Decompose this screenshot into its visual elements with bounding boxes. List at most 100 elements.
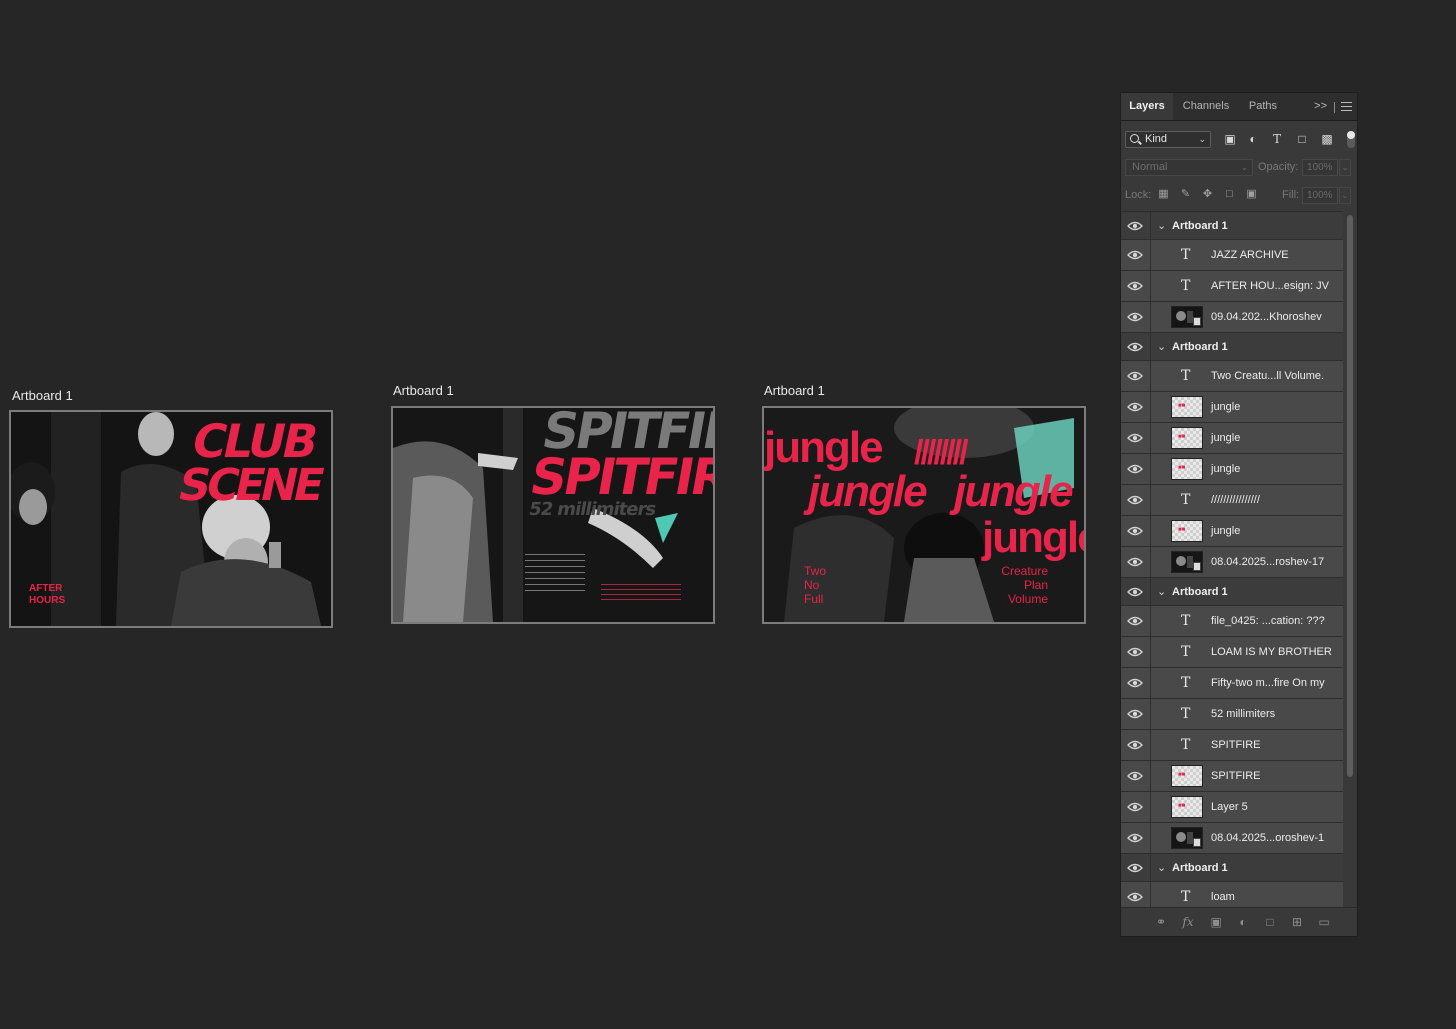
new-adjustment-layer-icon[interactable]: ◐ bbox=[1235, 914, 1251, 930]
chevron-down-icon[interactable]: ⌄ bbox=[1157, 219, 1166, 232]
lock-transparent-pixels-icon[interactable]: ▦ bbox=[1157, 188, 1170, 201]
layer-row[interactable]: T Two Creatu...ll Volume. bbox=[1121, 361, 1343, 392]
artboard-spitfire[interactable]: SPITFIRE SPITFIRE 52 millimiters bbox=[391, 406, 715, 624]
layer-row[interactable]: ■■ jungle bbox=[1121, 516, 1343, 547]
layer-row[interactable]: 08.04.2025...roshev-17 bbox=[1121, 547, 1343, 578]
tab-channels[interactable]: Channels bbox=[1175, 93, 1237, 120]
layer-row[interactable]: ■■ jungle bbox=[1121, 454, 1343, 485]
layer-row[interactable]: T AFTER HOU...esign: JV bbox=[1121, 271, 1343, 302]
visibility-eye-icon[interactable] bbox=[1127, 833, 1143, 843]
layer-row[interactable]: ■■ Layer 5 bbox=[1121, 792, 1343, 823]
pixel-layer-filter-icon[interactable]: ▣ bbox=[1222, 130, 1238, 148]
lock-position-icon[interactable]: ✥ bbox=[1201, 188, 1214, 201]
layer-row[interactable]: T //////////////// bbox=[1121, 485, 1343, 516]
layer-row[interactable]: T JAZZ ARCHIVE bbox=[1121, 240, 1343, 271]
shape-layer-filter-icon[interactable]: □ bbox=[1294, 130, 1310, 148]
smart-object-thumbnail[interactable]: ■■ bbox=[1171, 458, 1203, 480]
chevron-down-icon[interactable]: ⌄ bbox=[1157, 861, 1166, 874]
scrollbar-thumb[interactable] bbox=[1347, 215, 1353, 777]
visibility-eye-icon[interactable] bbox=[1127, 771, 1143, 781]
link-layers-icon[interactable]: ⚭ bbox=[1153, 914, 1169, 930]
visibility-eye-icon[interactable] bbox=[1127, 312, 1143, 322]
artboard-3-title[interactable]: Artboard 1 bbox=[764, 383, 825, 398]
visibility-eye-icon[interactable] bbox=[1127, 802, 1143, 812]
visibility-eye-icon[interactable] bbox=[1127, 281, 1143, 291]
visibility-eye-icon[interactable] bbox=[1127, 678, 1143, 688]
panel-menu-icon[interactable] bbox=[1341, 102, 1352, 111]
filter-kind-select[interactable]: Kind ⌄ bbox=[1125, 131, 1211, 148]
layer-row[interactable]: ■■ SPITFIRE bbox=[1121, 761, 1343, 792]
visibility-eye-icon[interactable] bbox=[1127, 740, 1143, 750]
visibility-eye-icon[interactable] bbox=[1127, 526, 1143, 536]
artboard-2-title[interactable]: Artboard 1 bbox=[393, 383, 454, 398]
smart-object-thumbnail[interactable]: ■■ bbox=[1171, 765, 1203, 787]
visibility-eye-icon[interactable] bbox=[1127, 464, 1143, 474]
visibility-eye-icon[interactable] bbox=[1127, 433, 1143, 443]
lock-artboard-icon[interactable]: □ bbox=[1223, 188, 1236, 201]
smart-object-thumbnail[interactable]: ■■ bbox=[1171, 796, 1203, 818]
visibility-eye-icon[interactable] bbox=[1127, 371, 1143, 381]
lock-all-icon[interactable]: ▣ bbox=[1245, 188, 1258, 201]
add-mask-icon[interactable]: ▣ bbox=[1208, 914, 1224, 930]
artboard-jungle[interactable]: jungle //////// jungle jungle jungle Two… bbox=[762, 406, 1086, 624]
fx-icon[interactable]: fx bbox=[1180, 914, 1196, 930]
visibility-eye-icon[interactable] bbox=[1127, 647, 1143, 657]
photo-thumbnail[interactable] bbox=[1171, 551, 1203, 573]
layer-row[interactable]: 09.04.202...Khoroshev bbox=[1121, 302, 1343, 333]
visibility-eye-icon[interactable] bbox=[1127, 892, 1143, 902]
layer-group-row[interactable]: ⌄ Artboard 1 bbox=[1121, 212, 1343, 240]
fill-dropdown-icon[interactable]: ⌄ bbox=[1339, 187, 1351, 204]
layer-group-row[interactable]: ⌄ Artboard 1 bbox=[1121, 578, 1343, 606]
layer-row[interactable]: 08.04.2025...oroshev-1 bbox=[1121, 823, 1343, 854]
smart-object-thumbnail[interactable]: ■■ bbox=[1171, 396, 1203, 418]
visibility-eye-icon[interactable] bbox=[1127, 557, 1143, 567]
collapse-panel-icon[interactable]: >> bbox=[1314, 93, 1327, 120]
layer-row[interactable]: ■■ jungle bbox=[1121, 423, 1343, 454]
visibility-eye-icon[interactable] bbox=[1127, 495, 1143, 505]
opacity-input[interactable]: 100% ⌄ bbox=[1302, 159, 1351, 176]
visibility-eye-icon[interactable] bbox=[1127, 863, 1143, 873]
visibility-eye-icon[interactable] bbox=[1127, 221, 1143, 231]
layer-name: 52 millimiters bbox=[1211, 708, 1276, 720]
new-group-folder-icon[interactable]: □ bbox=[1262, 914, 1278, 930]
artboard-club-scene[interactable]: CLUB SCENE AFTER HOURS bbox=[9, 410, 333, 628]
layers-scrollbar[interactable] bbox=[1345, 213, 1355, 903]
type-layer-icon: T bbox=[1181, 492, 1191, 508]
lock-image-pixels-icon[interactable]: ✎ bbox=[1179, 188, 1192, 201]
filter-toggle[interactable] bbox=[1347, 131, 1355, 148]
artboard-1-title[interactable]: Artboard 1 bbox=[12, 388, 73, 403]
layer-group-row[interactable]: ⌄ Artboard 1 bbox=[1121, 333, 1343, 361]
delete-layer-trash-icon[interactable]: ▭ bbox=[1316, 914, 1332, 930]
type-layer-filter-icon[interactable]: T bbox=[1269, 130, 1285, 148]
smart-object-filter-icon[interactable]: ▩ bbox=[1319, 130, 1335, 148]
chevron-down-icon[interactable]: ⌄ bbox=[1157, 340, 1166, 353]
layer-row[interactable]: T SPITFIRE bbox=[1121, 730, 1343, 761]
new-layer-icon[interactable]: ⊞ bbox=[1289, 914, 1305, 930]
lock-label: Lock: bbox=[1125, 189, 1152, 201]
opacity-dropdown-icon[interactable]: ⌄ bbox=[1339, 159, 1351, 176]
visibility-eye-icon[interactable] bbox=[1127, 342, 1143, 352]
photo-thumbnail[interactable] bbox=[1171, 306, 1203, 328]
tab-layers[interactable]: Layers bbox=[1121, 93, 1173, 120]
smart-object-thumbnail[interactable]: ■■ bbox=[1171, 520, 1203, 542]
visibility-eye-icon[interactable] bbox=[1127, 616, 1143, 626]
layer-row[interactable]: ■■ jungle bbox=[1121, 392, 1343, 423]
photo-thumbnail[interactable] bbox=[1171, 827, 1203, 849]
fill-input[interactable]: 100% ⌄ bbox=[1302, 187, 1351, 204]
lock-row: Lock: ▦ ✎ ✥ □ ▣ Fill: 100% ⌄ bbox=[1121, 181, 1359, 209]
tab-paths[interactable]: Paths bbox=[1239, 93, 1287, 120]
visibility-eye-icon[interactable] bbox=[1127, 250, 1143, 260]
visibility-eye-icon[interactable] bbox=[1127, 402, 1143, 412]
layer-row[interactable]: Tfile_0425: ...cation: ??? bbox=[1121, 606, 1343, 637]
layer-row[interactable]: T Fifty-two m...fire On my bbox=[1121, 668, 1343, 699]
smart-object-thumbnail[interactable]: ■■ bbox=[1171, 427, 1203, 449]
adjustment-layer-filter-icon[interactable]: ◐ bbox=[1245, 130, 1261, 148]
chevron-down-icon[interactable]: ⌄ bbox=[1157, 585, 1166, 598]
layer-row[interactable]: T 52 millimiters bbox=[1121, 699, 1343, 730]
visibility-eye-icon[interactable] bbox=[1127, 587, 1143, 597]
visibility-eye-icon[interactable] bbox=[1127, 709, 1143, 719]
layer-row[interactable]: T LOAM IS MY BROTHER bbox=[1121, 637, 1343, 668]
layers-list[interactable]: ⌄ Artboard 1 T JAZZ ARCHIVE T AFTER HOU...esi… bbox=[1121, 211, 1343, 912]
layer-group-row[interactable]: ⌄ Artboard 1 bbox=[1121, 854, 1343, 882]
blend-mode-select[interactable]: Normal ⌄ bbox=[1125, 159, 1253, 176]
